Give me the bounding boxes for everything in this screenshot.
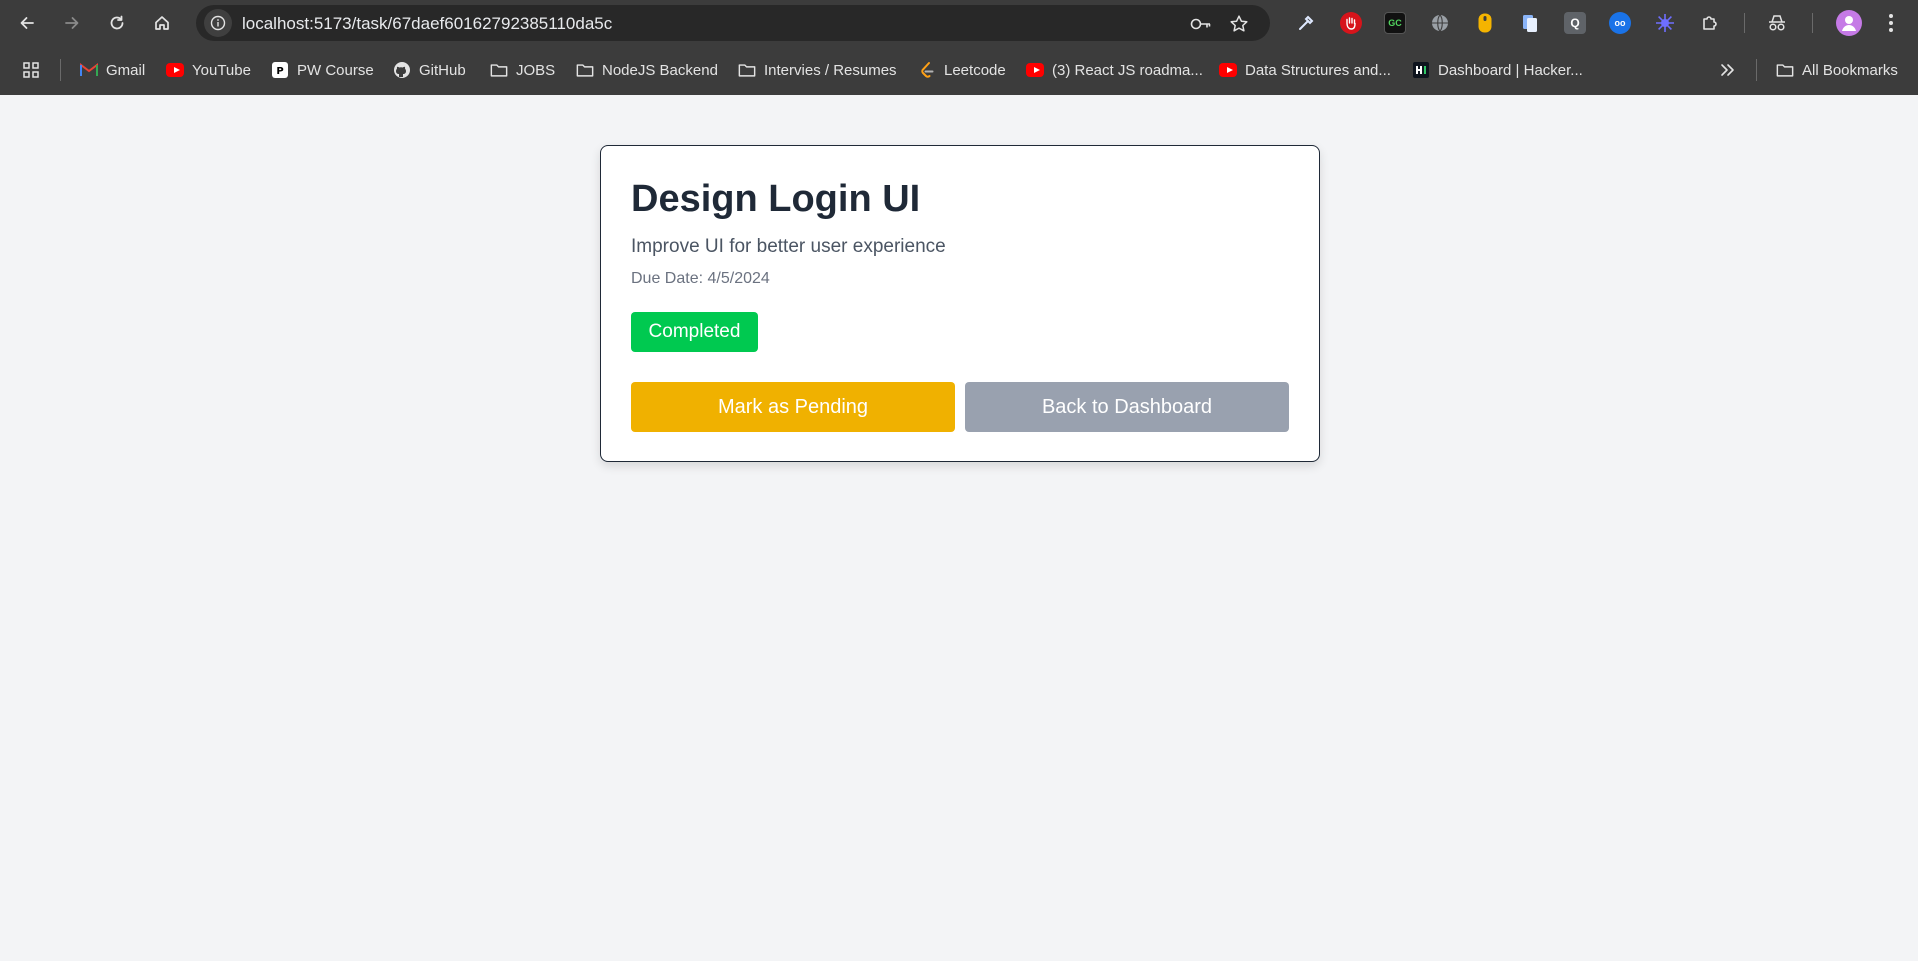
bookmark-github[interactable]: GitHub: [393, 58, 466, 82]
color-picker-extension-icon[interactable]: [1295, 12, 1317, 34]
toolbar-divider: [1812, 13, 1813, 33]
all-bookmarks[interactable]: All Bookmarks: [1776, 58, 1898, 82]
apps-grid-icon[interactable]: [22, 58, 40, 82]
bookmark-folder-nodejs[interactable]: NodeJS Backend: [576, 58, 718, 82]
leetcode-icon: [918, 61, 936, 79]
status-badge: Completed: [631, 312, 758, 352]
bookmark-pw-course[interactable]: P PW Course: [271, 58, 374, 82]
docs-extension-icon[interactable]: [1519, 12, 1541, 34]
star-bookmark-icon[interactable]: [1228, 14, 1250, 34]
bookmark-leetcode[interactable]: Leetcode: [918, 58, 1006, 82]
youtube-icon: [166, 61, 184, 79]
bookmark-folder-interviews[interactable]: Intervies / Resumes: [738, 58, 897, 82]
forward-arrow-icon[interactable]: [58, 9, 86, 37]
bookmark-youtube[interactable]: YouTube: [166, 58, 251, 82]
globe-extension-icon[interactable]: [1429, 12, 1451, 34]
svg-text:P: P: [276, 66, 283, 77]
youtube-icon: [1219, 61, 1237, 79]
bookmark-react-roadmap[interactable]: (3) React JS roadma...: [1026, 58, 1203, 82]
browser-toolbar: localhost:5173/task/67daef60162792385110…: [0, 0, 1918, 46]
bookmarks-overflow-icon[interactable]: [1718, 58, 1736, 82]
task-title: Design Login UI: [631, 178, 921, 220]
bookmark-gmail[interactable]: Gmail: [80, 58, 145, 82]
bookmarks-bar: Gmail YouTube P PW Course GitHub JOBS No…: [0, 46, 1918, 95]
task-card: Design Login UI Improve UI for better us…: [600, 145, 1320, 462]
bookmark-folder-jobs[interactable]: JOBS: [490, 58, 555, 82]
mark-as-pending-button[interactable]: Mark as Pending: [631, 382, 955, 432]
github-icon: [393, 61, 411, 79]
bookmark-hackerrank[interactable]: Dashboard | Hacker...: [1412, 58, 1583, 82]
adblock-extension-icon[interactable]: [1340, 12, 1362, 34]
youtube-icon: [1026, 61, 1044, 79]
back-arrow-icon[interactable]: [13, 9, 41, 37]
task-due-date: Due Date: 4/5/2024: [631, 270, 770, 288]
gmail-icon: [80, 61, 98, 79]
toolbar-divider: [1744, 13, 1745, 33]
back-to-dashboard-button[interactable]: Back to Dashboard: [965, 382, 1289, 432]
puzzle-extensions-icon[interactable]: [1699, 12, 1721, 34]
browser-menu-icon[interactable]: [1880, 12, 1902, 34]
pw-icon: P: [271, 61, 289, 79]
reload-icon[interactable]: [103, 9, 131, 37]
task-description: Improve UI for better user experience: [631, 236, 946, 257]
folder-icon: [576, 61, 594, 79]
bookmarks-divider: [60, 59, 61, 81]
sparkle-extension-icon[interactable]: [1654, 12, 1676, 34]
due-date-value: 4/5/2024: [707, 270, 770, 287]
gfg-extension-icon[interactable]: GC: [1384, 12, 1406, 34]
folder-icon: [490, 61, 508, 79]
home-icon[interactable]: [148, 9, 176, 37]
bookmark-data-structures[interactable]: Data Structures and...: [1219, 58, 1391, 82]
site-info-icon[interactable]: [204, 9, 232, 37]
profile-avatar[interactable]: [1836, 10, 1862, 36]
due-date-label: Due Date:: [631, 270, 704, 287]
url-text[interactable]: localhost:5173/task/67daef60162792385110…: [242, 14, 612, 34]
incognito-icon[interactable]: [1766, 12, 1788, 34]
owl-extension-icon[interactable]: oo: [1609, 12, 1631, 34]
hackerrank-icon: [1412, 61, 1430, 79]
folder-icon: [738, 61, 756, 79]
bookmarks-divider: [1756, 59, 1757, 81]
folder-icon: [1776, 61, 1794, 79]
address-bar[interactable]: localhost:5173/task/67daef60162792385110…: [196, 5, 1270, 41]
mouse-extension-icon[interactable]: [1474, 12, 1496, 34]
password-key-icon[interactable]: [1190, 14, 1212, 34]
q-extension-icon[interactable]: Q: [1564, 12, 1586, 34]
